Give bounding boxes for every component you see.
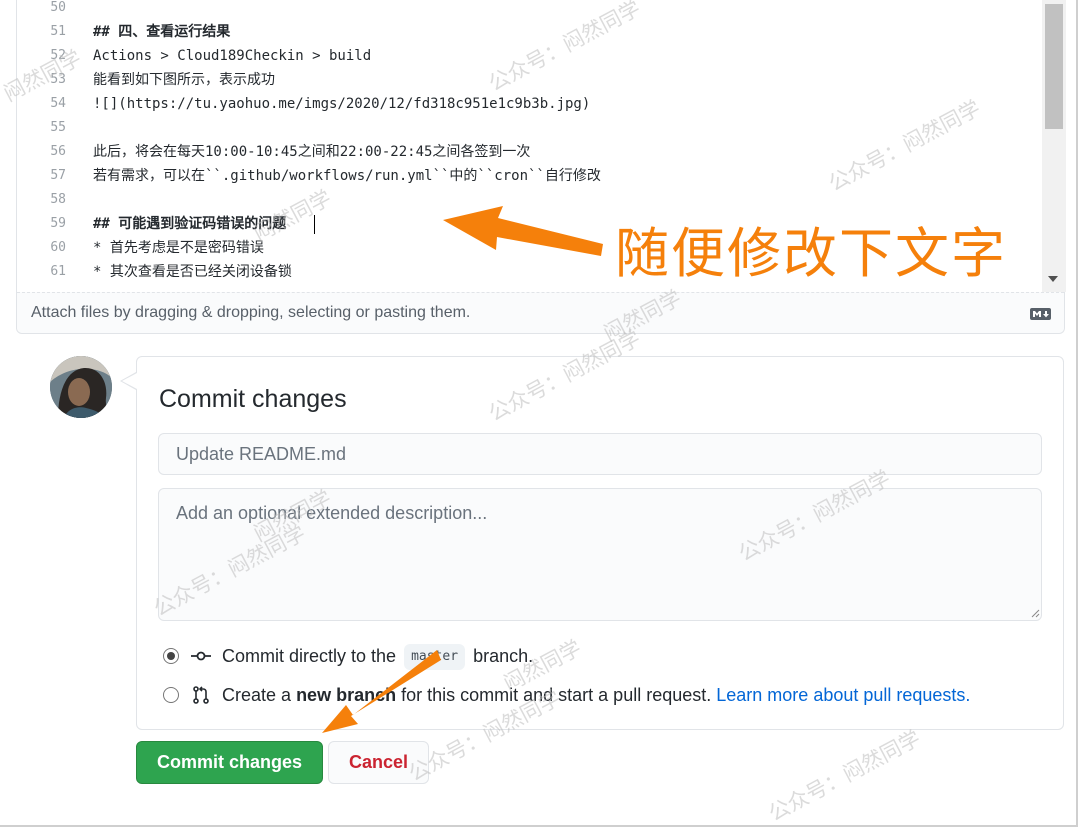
code-text: Actions > Cloud189Checkin > build bbox=[93, 48, 372, 64]
code-line[interactable]: 57 若有需求，可以在``.github/workflows/run.yml``中… bbox=[17, 164, 1042, 188]
commit-form-title: Commit changes bbox=[159, 385, 347, 413]
scroll-down-arrow-icon[interactable] bbox=[1048, 276, 1058, 282]
code-text: * 首先考虑是不是密码错误 bbox=[93, 240, 264, 256]
code-line[interactable]: 55 bbox=[17, 116, 1042, 140]
commit-changes-button[interactable]: Commit changes bbox=[136, 741, 323, 784]
code-text: ## 四、查看运行结果 bbox=[93, 24, 231, 40]
commit-summary-input[interactable] bbox=[158, 433, 1042, 475]
commit-direct-suffix: branch. bbox=[473, 646, 534, 666]
comment-caret-inner bbox=[122, 373, 137, 389]
cancel-button[interactable]: Cancel bbox=[328, 741, 429, 784]
commit-description-input[interactable] bbox=[158, 488, 1042, 621]
code-text: * 其次查看是否已经关闭设备锁 bbox=[93, 264, 292, 280]
text-cursor bbox=[314, 215, 315, 234]
line-number: 60 bbox=[50, 240, 66, 255]
code-text: 若有需求，可以在``.github/workflows/run.yml``中的`… bbox=[93, 168, 601, 184]
line-number: 55 bbox=[50, 120, 66, 135]
commit-form: Commit changes Commit directly to the ma… bbox=[136, 356, 1064, 730]
annotation-text: 随便修改下文字 bbox=[615, 222, 1007, 285]
line-number: 52 bbox=[50, 48, 66, 63]
code-line[interactable]: 52 Actions > Cloud189Checkin > build bbox=[17, 44, 1042, 68]
avatar bbox=[50, 356, 112, 418]
line-number: 53 bbox=[50, 72, 66, 87]
resize-handle-icon[interactable] bbox=[1030, 608, 1040, 618]
scrollbar-thumb[interactable] bbox=[1045, 4, 1063, 129]
code-line[interactable]: 50 bbox=[17, 0, 1042, 20]
branch-name: master bbox=[404, 644, 466, 670]
editor-scrollbar[interactable] bbox=[1042, 0, 1066, 292]
commit-direct-radio[interactable] bbox=[163, 648, 179, 664]
new-branch-suffix: for this commit and start a pull request… bbox=[401, 685, 712, 705]
commit-direct-prefix: Commit directly to the bbox=[222, 646, 397, 666]
code-line[interactable]: 58 bbox=[17, 188, 1042, 212]
markdown-icon bbox=[1030, 308, 1051, 320]
line-number: 54 bbox=[50, 96, 66, 111]
commit-direct-label: Commit directly to the master branch. bbox=[222, 644, 533, 670]
new-branch-label: Create a new branch for this commit and … bbox=[222, 683, 970, 707]
code-text: 能看到如下图所示，表示成功 bbox=[93, 72, 275, 88]
line-number: 56 bbox=[50, 144, 66, 159]
git-pull-request-icon bbox=[193, 686, 209, 704]
new-branch-bold: new branch bbox=[296, 685, 397, 705]
code-text: 此后，将会在每天10:00-10:45之间和22:00-22:45之间各签到一次 bbox=[93, 144, 531, 160]
line-number: 61 bbox=[50, 264, 66, 279]
git-commit-icon bbox=[191, 651, 211, 661]
code-line[interactable]: 51 ## 四、查看运行结果 bbox=[17, 20, 1042, 44]
code-text: ## 可能遇到验证码错误的问题 bbox=[93, 216, 287, 232]
code-line[interactable]: 56 此后，将会在每天10:00-10:45之间和22:00-22:45之间各签到… bbox=[17, 140, 1042, 164]
code-line[interactable]: 54 ![](https://tu.yaohuo.me/imgs/2020/12/… bbox=[17, 92, 1042, 116]
attach-hint-text: Attach files by dragging & dropping, sel… bbox=[31, 304, 471, 321]
file-attach-bar[interactable]: Attach files by dragging & dropping, sel… bbox=[17, 292, 1064, 333]
new-branch-prefix: Create a bbox=[222, 685, 292, 705]
line-number: 50 bbox=[50, 0, 66, 15]
code-line[interactable]: 53 能看到如下图所示，表示成功 bbox=[17, 68, 1042, 92]
line-number: 51 bbox=[50, 24, 66, 39]
learn-more-pull-requests-link[interactable]: Learn more about pull requests. bbox=[716, 685, 970, 705]
line-number: 57 bbox=[50, 168, 66, 183]
code-text: ![](https://tu.yaohuo.me/imgs/2020/12/fd… bbox=[93, 96, 591, 112]
line-number: 58 bbox=[50, 192, 66, 207]
line-number: 59 bbox=[50, 216, 66, 231]
new-branch-radio[interactable] bbox=[163, 687, 179, 703]
